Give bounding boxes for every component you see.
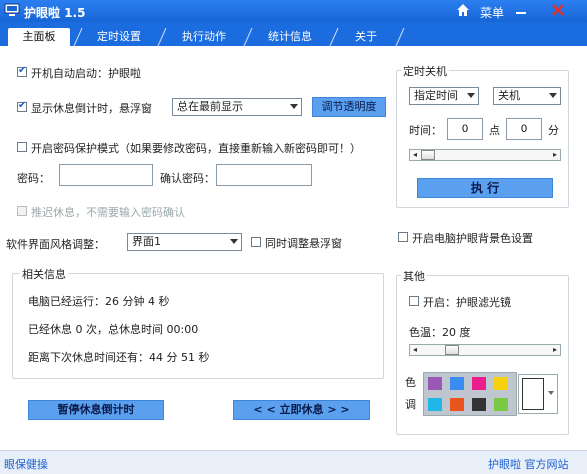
color-swatch[interactable] [472,377,486,390]
execute-button[interactable]: 执 行 [417,178,553,198]
tab-divider [243,28,253,46]
shutdown-mode-select[interactable]: 指定时间 [409,87,479,105]
password-field[interactable] [59,164,153,186]
info-running: 电脑已经运行：26 分钟 4 秒 [28,295,170,308]
slider-right-arrow-icon[interactable]: ▸ [551,151,559,159]
float-position-select[interactable]: 总在最前显示 [172,98,302,116]
official-site-link[interactable]: 护眼啦 官方网站 [488,456,569,472]
color-label-1: 色 [405,376,416,389]
title-bar: 护眼啦 1.5 菜单 [0,0,587,22]
tab-divider [329,28,339,46]
shutdown-time-label: 时间： [409,124,442,137]
password-mode-checkbox[interactable] [17,142,27,152]
window-title: 护眼啦 1.5 [24,6,86,20]
chevron-down-icon [290,104,298,109]
color-swatch[interactable] [494,398,508,411]
countdown-checkbox[interactable] [17,100,27,112]
tab-actions[interactable]: 执行动作 [168,28,240,46]
transparency-button[interactable]: 调节透明度 [312,97,386,117]
tab-timer[interactable]: 定时设置 [84,28,154,46]
filter-label: 开启：护眼滤光镜 [423,296,511,309]
custom-color-picker[interactable] [518,374,558,414]
tab-label: 统计信息 [268,30,312,43]
info-rested: 已经休息 0 次，总休息时间 00:00 [28,323,199,336]
shutdown-slider[interactable]: ◂ ▸ [409,149,561,161]
style-select[interactable]: 界面1 [127,233,242,251]
shutdown-minute-field[interactable] [506,118,542,140]
info-group-title: 相关信息 [20,266,68,282]
tab-divider [157,28,167,46]
slider-left-arrow-icon[interactable]: ◂ [411,151,419,159]
sync-float-label: 同时调整悬浮窗 [265,237,342,250]
status-bar: 眼保健操 护眼啦 官方网站 [0,450,587,474]
color-swatch[interactable] [450,398,464,411]
chevron-down-icon [230,239,238,244]
shutdown-group-title: 定时关机 [401,63,449,79]
tab-divider [395,28,405,46]
postpone-checkbox[interactable] [17,206,27,216]
shutdown-action-select[interactable]: 关机 [493,87,561,105]
menu-button[interactable]: 菜单 [480,4,504,21]
style-label: 软件界面风格调整： [6,238,105,251]
shutdown-point-label: 点 [489,124,500,137]
slider-right-arrow-icon[interactable]: ▸ [551,346,559,354]
minimize-icon[interactable] [515,7,527,17]
color-label-2: 调 [405,398,416,411]
app-monitor-icon [4,3,20,16]
tab-label: 关于 [355,30,377,43]
shutdown-action-value: 关机 [498,89,520,102]
sync-float-checkbox[interactable] [251,237,261,247]
temp-label: 色温：20 度 [409,326,471,339]
autostart-checkbox[interactable] [17,65,27,77]
chevron-down-icon [548,391,554,395]
confirm-password-field[interactable] [216,164,312,186]
shutdown-hour-field[interactable] [447,118,483,140]
eye-exercise-link[interactable]: 眼保健操 [4,456,48,472]
main-panel: 开机自动启动：护眼啦 显示休息倒计时，悬浮窗 总在最前显示 调节透明度 开启密码… [0,46,587,450]
style-value: 界面1 [132,235,161,248]
color-swatch[interactable] [472,398,486,411]
other-group-title: 其他 [401,268,427,284]
tab-label: 主面板 [22,30,56,43]
info-next: 距离下次休息时间还有：44 分 51 秒 [28,351,210,364]
countdown-label: 显示休息倒计时，悬浮窗 [31,102,152,115]
bg-color-label: 开启电脑护眼背景色设置 [412,232,533,245]
rest-now-button[interactable]: < < 立即休息 > > [233,400,370,420]
chevron-down-icon [549,93,557,98]
tab-divider [73,28,83,46]
color-swatch[interactable] [494,377,508,390]
app-window: 护眼啦 1.5 菜单 主面板 定时设置 执行动作 统计信息 关于 开机自动启动：… [0,0,587,474]
bg-color-checkbox[interactable] [398,232,408,242]
slider-left-arrow-icon[interactable]: ◂ [411,346,419,354]
home-icon[interactable] [456,3,470,17]
shutdown-mode-value: 指定时间 [414,89,458,102]
pause-countdown-button[interactable]: 暂停休息倒计时 [28,400,164,420]
color-swatch[interactable] [428,398,442,411]
tab-about[interactable]: 关于 [340,28,392,46]
color-swatch[interactable] [450,377,464,390]
slider-thumb[interactable] [421,150,435,160]
slider-thumb[interactable] [444,345,459,355]
postpone-label: 推迟休息，不需要输入密码确认 [31,206,185,219]
tab-bar: 主面板 定时设置 执行动作 统计信息 关于 [0,22,587,46]
filter-checkbox[interactable] [409,296,419,306]
close-icon[interactable] [551,3,565,17]
shutdown-minute-label: 分 [548,124,559,137]
color-swatch[interactable] [428,377,442,390]
password-mode-label: 开启密码保护模式（如果要修改密码，直接重新输入新密码即可！） [31,142,361,155]
password-label: 密码： [17,172,50,185]
temp-slider[interactable]: ◂ ▸ [409,344,561,356]
custom-color-preview [522,378,544,410]
tab-stats[interactable]: 统计信息 [254,28,326,46]
tab-label: 定时设置 [97,30,141,43]
autostart-label: 开机自动启动：护眼啦 [31,67,141,80]
float-position-value: 总在最前显示 [177,100,243,113]
chevron-down-icon [467,93,475,98]
tab-main[interactable]: 主面板 [8,28,70,46]
color-palette [423,372,517,416]
confirm-password-label: 确认密码： [160,172,215,185]
tab-label: 执行动作 [182,30,226,43]
